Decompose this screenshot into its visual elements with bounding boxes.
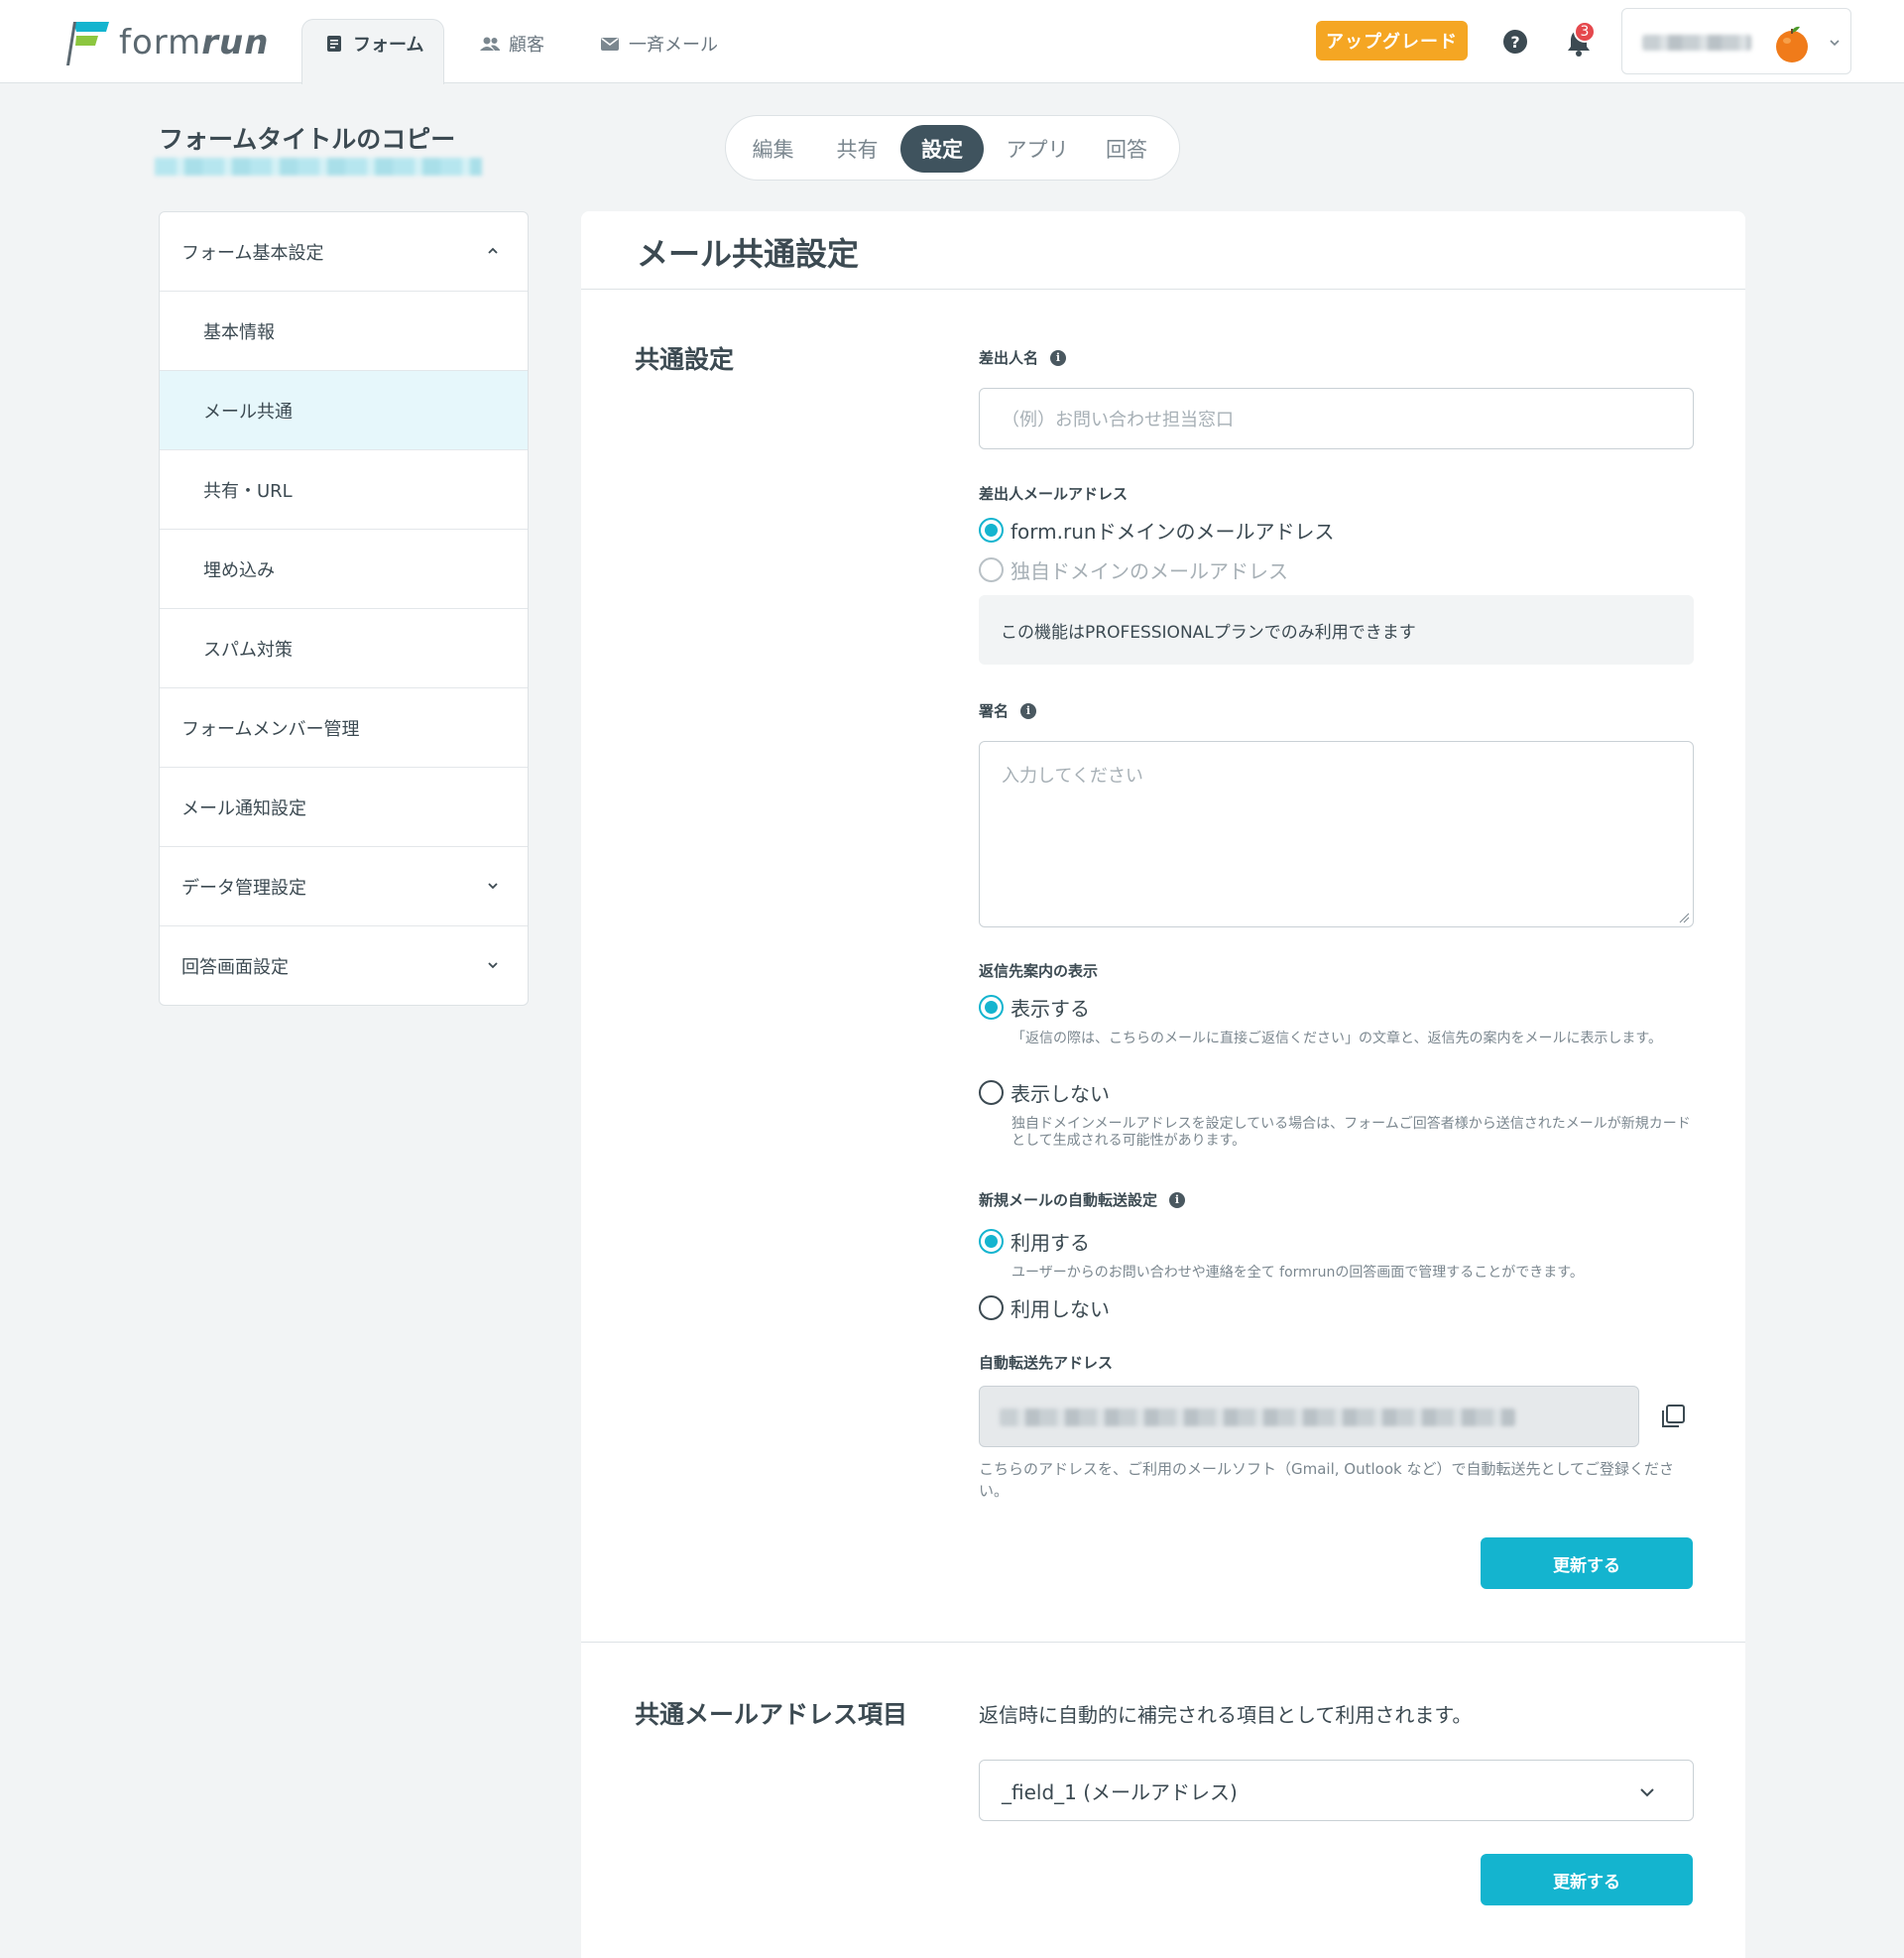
- forward-use-hint: ユーザーからのお問い合わせや連絡を全て formrunの回答画面で管理することが…: [1012, 1265, 1584, 1281]
- reply-hide-hint: 独自ドメインメールアドレスを設定している場合は、フォームご回答者様から送信された…: [1012, 1116, 1691, 1149]
- radio-button[interactable]: [979, 1295, 1004, 1320]
- forward-address-label: 自動転送先アドレス: [979, 1354, 1114, 1372]
- sidebar-item-label: フォーム基本設定: [181, 242, 324, 264]
- form-icon: [323, 33, 345, 55]
- reply-guide-label: 返信先案内の表示: [979, 962, 1099, 980]
- section-title-address-field: 共通メールアドレス項目: [635, 1700, 908, 1729]
- chevron-down-icon: [1640, 1788, 1654, 1797]
- sender-name-input[interactable]: （例）お問い合わせ担当窓口: [979, 388, 1694, 449]
- mail-icon: [599, 33, 621, 55]
- update-address-field-button[interactable]: 更新する: [1481, 1854, 1693, 1905]
- professional-plan-note: この機能はPROFESSIONALプランでのみ利用できます: [979, 595, 1694, 665]
- info-icon[interactable]: i: [1020, 702, 1037, 719]
- nav-tab-label: フォーム: [353, 35, 424, 56]
- settings-card: メール共通設定 共通設定 差出人名 i （例）お問い合わせ担当窓口 差出人メールア…: [581, 211, 1745, 1958]
- sidebar-item-label: メール通知設定: [181, 797, 306, 819]
- nav-tab-bulk-mail[interactable]: 一斉メール: [599, 30, 718, 58]
- form-title: フォームタイトルのコピー: [159, 125, 456, 154]
- formrun-logo[interactable]: formrun: [65, 20, 269, 65]
- sender-email-custom-radio[interactable]: 独自ドメインのメールアドレス: [979, 555, 1288, 584]
- tab-edit[interactable]: 編集: [736, 125, 810, 173]
- radio-button[interactable]: [979, 1080, 1004, 1105]
- logo-text: formrun: [119, 23, 270, 62]
- update-common-button[interactable]: 更新する: [1481, 1537, 1693, 1589]
- sidebar-item-spam[interactable]: スパム対策: [160, 609, 528, 688]
- radio-button[interactable]: [979, 518, 1004, 543]
- tab-settings[interactable]: 設定: [900, 125, 984, 173]
- chevron-down-icon: [488, 962, 498, 969]
- sidebar-item-embed[interactable]: 埋め込み: [160, 530, 528, 609]
- nav-tab-label: 一斉メール: [629, 35, 718, 56]
- sidebar-item-share-url[interactable]: 共有・URL: [160, 450, 528, 530]
- notification-badge: 3: [1574, 21, 1596, 43]
- sidebar-item-label: データ管理設定: [181, 877, 306, 899]
- address-field-description: 返信時に自動的に補完される項目として利用されます。: [979, 1703, 1473, 1727]
- help-icon[interactable]: ?: [1503, 30, 1527, 54]
- select-value: _field_1 (メールアドレス): [1002, 1779, 1238, 1804]
- sidebar-item-label: スパム対策: [203, 639, 293, 661]
- forward-address-redacted: [1000, 1408, 1515, 1426]
- reply-show-hint: 「返信の際は、こちらのメールに直接ご返信ください」の文章と、返信先の案内をメール…: [1012, 1031, 1663, 1046]
- chevron-down-icon: [1830, 40, 1840, 47]
- sidebar-item-label: フォームメンバー管理: [181, 718, 360, 740]
- chevron-up-icon: [488, 247, 498, 254]
- sidebar-item-mail-common[interactable]: メール共通: [160, 371, 528, 450]
- reply-hide-radio[interactable]: 表示しない: [979, 1078, 1110, 1107]
- nav-tab-forms[interactable]: フォーム: [323, 30, 423, 58]
- forward-address-field: [979, 1386, 1639, 1447]
- sidebar-item-form-members[interactable]: フォームメンバー管理: [160, 688, 528, 768]
- divider: [581, 289, 1745, 290]
- top-bar: formrun フォーム 顧客 一斉メール アップグレード ? 3: [0, 0, 1904, 84]
- form-tabs: 編集 共有 設定 アプリ 回答: [725, 115, 1180, 181]
- radio-button[interactable]: [979, 995, 1004, 1020]
- address-field-select[interactable]: _field_1 (メールアドレス): [979, 1760, 1694, 1821]
- section-title-common: 共通設定: [635, 345, 735, 374]
- sidebar-item-mail-notification[interactable]: メール通知設定: [160, 768, 528, 847]
- sidebar-item-label: 共有・URL: [203, 480, 293, 502]
- formrun-logo-icon: [66, 22, 109, 65]
- sidebar-item-label: 基本情報: [203, 321, 275, 343]
- sidebar-item-basic-info[interactable]: 基本情報: [160, 292, 528, 371]
- resize-handle-icon[interactable]: [1678, 912, 1690, 923]
- info-icon[interactable]: i: [1169, 1191, 1186, 1208]
- sender-email-label: 差出人メールアドレス: [979, 485, 1129, 503]
- forward-use-radio[interactable]: 利用する: [979, 1227, 1090, 1256]
- info-icon[interactable]: i: [1050, 349, 1067, 366]
- signature-textarea[interactable]: 入力してください: [979, 741, 1694, 927]
- tab-apps[interactable]: アプリ: [994, 125, 1081, 173]
- page-title: メール共通設定: [637, 235, 860, 273]
- reply-show-radio[interactable]: 表示する: [979, 993, 1090, 1022]
- nav-tab-label: 顧客: [509, 35, 544, 56]
- radio-button[interactable]: [979, 1229, 1004, 1254]
- chevron-down-icon: [488, 883, 498, 890]
- copy-icon[interactable]: [1659, 1403, 1687, 1430]
- sidebar-item-data-management[interactable]: データ管理設定: [160, 847, 528, 926]
- forward-nouse-radio[interactable]: 利用しない: [979, 1293, 1110, 1322]
- sidebar-item-label: 回答画面設定: [181, 957, 289, 978]
- settings-sidebar: フォーム基本設定 基本情報 メール共通 共有・URL 埋め込み スパム対策 フォ…: [159, 211, 529, 1006]
- tab-share[interactable]: 共有: [820, 125, 894, 173]
- avatar: [1776, 26, 1808, 62]
- sender-email-formrun-radio[interactable]: form.runドメインのメールアドレス: [979, 516, 1335, 545]
- divider: [581, 1642, 1745, 1643]
- nav-tab-customers[interactable]: 顧客: [479, 30, 544, 58]
- auto-forward-label: 新規メールの自動転送設定 i: [979, 1189, 1186, 1210]
- signature-label: 署名 i: [979, 700, 1037, 721]
- user-name-redacted: [1642, 35, 1751, 51]
- users-icon: [479, 33, 501, 55]
- sidebar-item-label: メール共通: [203, 401, 293, 423]
- tab-responses[interactable]: 回答: [1088, 125, 1165, 173]
- sidebar-item-form-basic-settings[interactable]: フォーム基本設定: [160, 212, 528, 292]
- forward-address-hint: こちらのアドレスを、ご利用のメールソフト（Gmail, Outlook など）で…: [979, 1460, 1675, 1500]
- sidebar-item-response-screen[interactable]: 回答画面設定: [160, 926, 528, 1005]
- form-url-redacted: [155, 158, 482, 176]
- sidebar-item-label: 埋め込み: [203, 559, 275, 581]
- radio-button[interactable]: [979, 557, 1004, 582]
- user-menu[interactable]: [1621, 8, 1851, 74]
- sender-name-label: 差出人名 i: [979, 347, 1067, 368]
- upgrade-button[interactable]: アップグレード: [1316, 21, 1468, 61]
